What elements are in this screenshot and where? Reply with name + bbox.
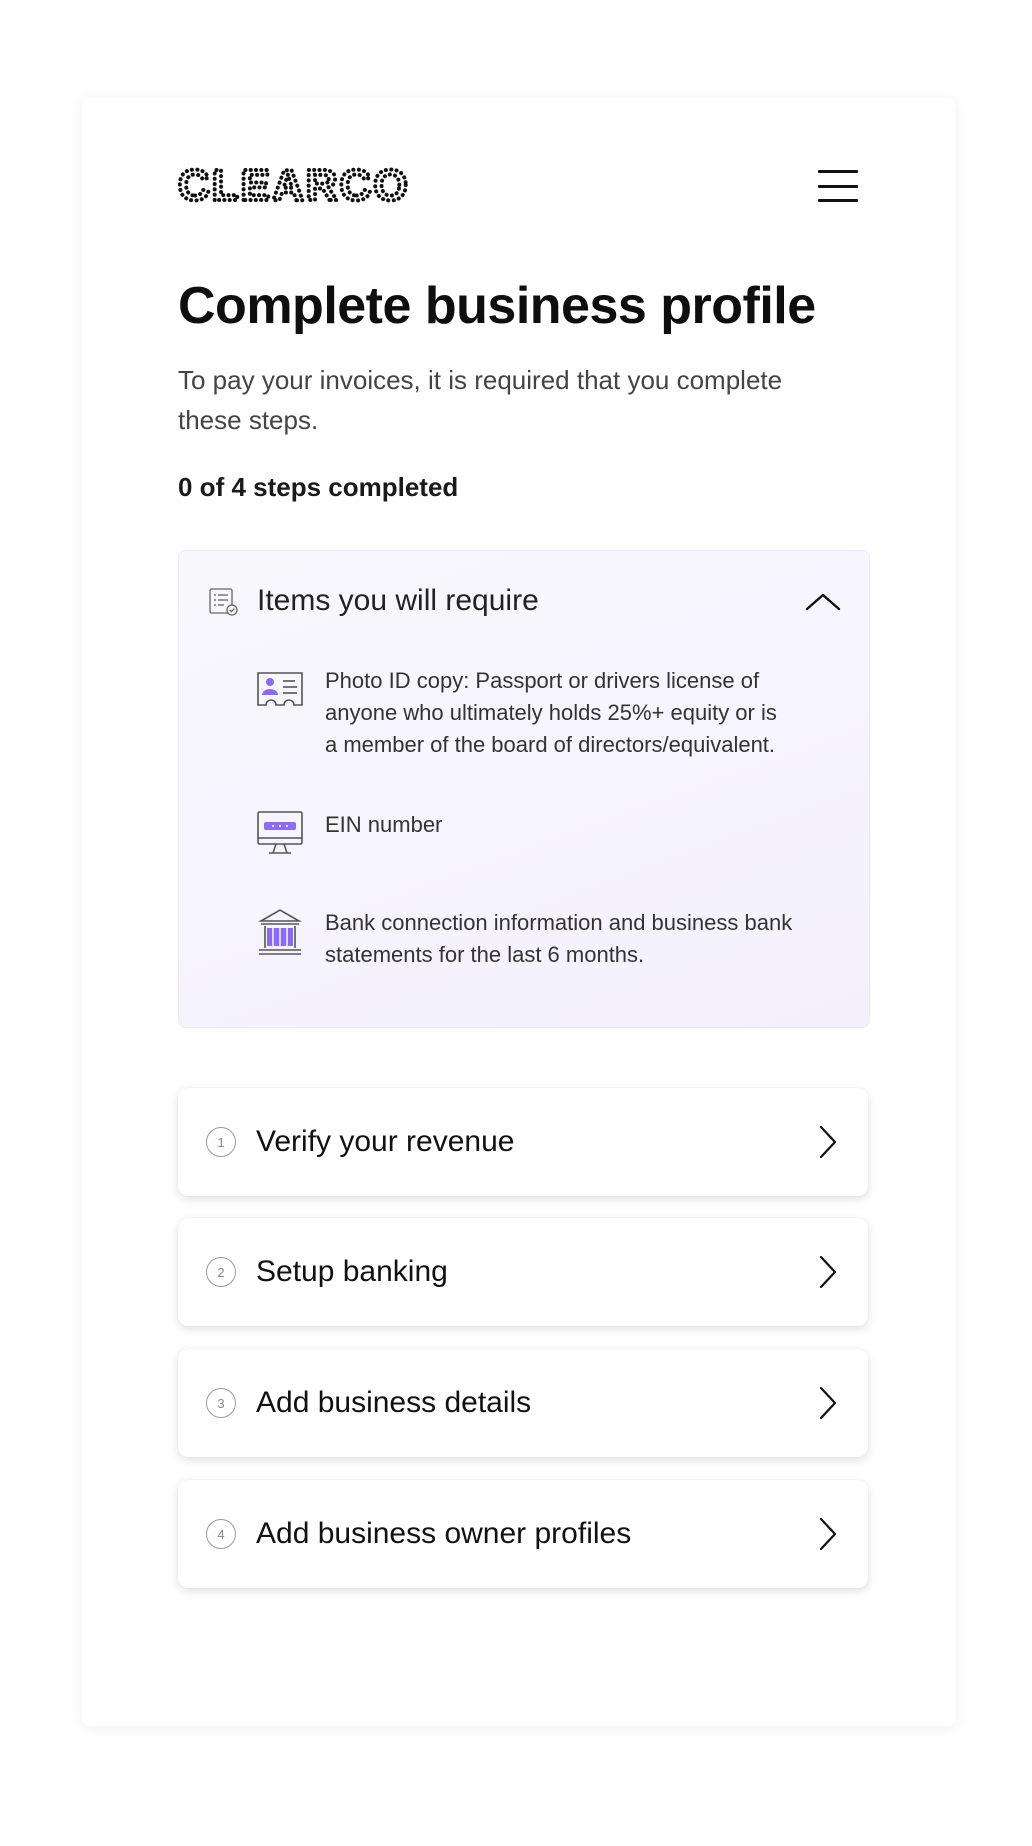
page-subtitle: To pay your invoices, it is required tha… [178,365,783,435]
step-add-business-details[interactable]: 3 Add business details [178,1349,868,1457]
step-verify-revenue[interactable]: 1 Verify your revenue [178,1088,868,1196]
step-add-owner-profiles[interactable]: 4 Add business owner profiles [178,1480,868,1588]
requirement-item-photo-id: Photo ID copy: Passport or drivers licen… [255,665,795,761]
step-label: Verify your revenue [256,1125,515,1158]
step-setup-banking[interactable]: 2 Setup banking [178,1218,868,1326]
page-title: Complete business profile [178,277,816,335]
chevron-right-icon [819,1255,837,1289]
clearco-logo[interactable]: CLEARCO [178,166,438,206]
step-label: Add business details [256,1386,532,1419]
requirement-item-ein: EIN number [255,809,795,859]
svg-text:CLEARCO: CLEARCO [178,166,410,206]
checklist-icon [209,588,238,616]
chevron-right-icon [819,1517,837,1551]
chevron-up-icon[interactable] [803,589,843,613]
requirement-text: EIN number [325,812,443,837]
requirements-panel: Items you will require Photo ID copy: Pa… [178,550,870,1028]
step-number-badge: 1 [206,1127,236,1157]
hamburger-menu-icon[interactable] [818,168,858,204]
requirement-text: Bank connection information and business… [325,910,793,967]
step-number-badge: 2 [206,1257,236,1287]
chevron-right-icon [819,1386,837,1420]
id-card-icon [257,672,303,706]
header: CLEARCO [178,156,858,216]
step-label: Add business owner profiles [256,1517,632,1550]
step-number-badge: 3 [206,1388,236,1418]
step-number-badge: 4 [206,1519,236,1549]
step-label: Setup banking [256,1255,448,1288]
requirement-item-bank: Bank connection information and business… [255,907,795,971]
requirements-title: Items you will require [257,584,539,617]
bank-icon [258,909,302,955]
main-card: CLEARCO Complete business profile To pay… [82,98,956,1726]
requirements-header[interactable]: Items you will require [207,581,843,621]
requirement-text: Photo ID copy: Passport or drivers licen… [325,668,777,757]
monitor-icon [257,811,303,854]
progress-text: 0 of 4 steps completed [178,472,459,502]
chevron-right-icon [819,1125,837,1159]
